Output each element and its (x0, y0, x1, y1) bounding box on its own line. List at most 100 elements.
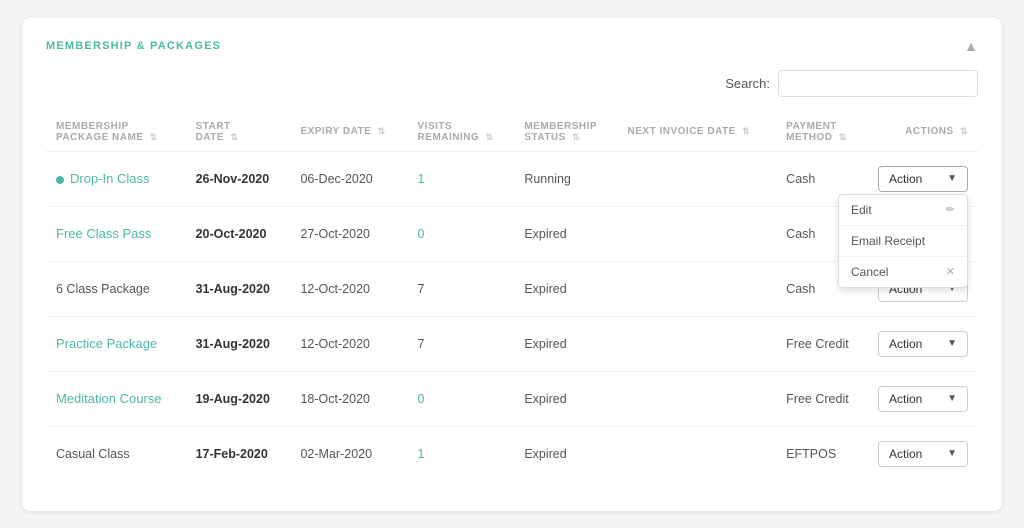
start-date-text: 17-Feb-2020 (196, 447, 268, 461)
cell-package-name: Meditation Course (46, 371, 186, 426)
action-dropdown-wrapper: Action ▼ (878, 386, 968, 412)
package-name-text: Meditation Course (56, 391, 162, 406)
col-package-name[interactable]: MEMBERSHIPPACKAGE NAME ⇅ (46, 113, 186, 152)
cell-next-invoice-date (618, 426, 777, 481)
action-button[interactable]: Action ▼ (878, 331, 968, 357)
cell-next-invoice-date (618, 261, 777, 316)
action-dropdown-wrapper: Action ▼ (878, 331, 968, 357)
memberships-table: MEMBERSHIPPACKAGE NAME ⇅ STARTDATE ⇅ EXP… (46, 113, 978, 481)
cell-expiry-date: 12-Oct-2020 (290, 316, 407, 371)
menu-item-icon: ✏ (946, 203, 955, 216)
cell-membership-status: Expired (514, 316, 617, 371)
dropdown-arrow-icon: ▼ (947, 448, 957, 459)
cell-visits-remaining: 0 (408, 206, 515, 261)
cell-expiry-date: 18-Oct-2020 (290, 371, 407, 426)
table-row: Drop-In Class 26-Nov-2020 06-Dec-2020 1 Runn… (46, 151, 978, 206)
action-button-label: Action (889, 337, 922, 351)
visits-link[interactable]: 1 (418, 447, 425, 461)
cell-expiry-date: 27-Oct-2020 (290, 206, 407, 261)
package-name-text: Drop-In Class (70, 171, 149, 186)
action-dropdown-menu: Edit✏ Email Receipt Cancel ✕ (838, 194, 968, 288)
table-row: Practice Package 31-Aug-202012-Oct-20207E… (46, 316, 978, 371)
cell-start-date: 17-Feb-2020 (186, 426, 291, 481)
package-name-text: 6 Class Package (56, 282, 150, 296)
action-button[interactable]: Action ▼ (878, 441, 968, 467)
col-visits-remaining[interactable]: VISITSREMAINING ⇅ (408, 113, 515, 152)
cell-membership-status: Expired (514, 426, 617, 481)
cell-start-date: 19-Aug-2020 (186, 371, 291, 426)
cell-package-name: Free Class Pass (46, 206, 186, 261)
action-dropdown-wrapper: Action▼Edit✏Email ReceiptCancel✕ (878, 166, 968, 192)
col-next-invoice-date[interactable]: NEXT INVOICE DATE ⇅ (618, 113, 777, 152)
cell-visits-remaining: 7 (408, 316, 515, 371)
cell-package-name: Casual Class (46, 426, 186, 481)
cell-payment-method: Free Credit (776, 371, 868, 426)
cell-expiry-date: 12-Oct-2020 (290, 261, 407, 316)
search-bar: Search: (46, 70, 978, 97)
collapse-icon[interactable]: ▲ (964, 38, 978, 54)
cell-next-invoice-date (618, 316, 777, 371)
col-payment-method[interactable]: PAYMENTMETHOD ⇅ (776, 113, 868, 152)
package-name-text: Practice Package (56, 336, 157, 351)
cell-start-date: 26-Nov-2020 (186, 151, 291, 206)
visits-link[interactable]: 1 (418, 172, 425, 186)
package-name-text: Free Class Pass (56, 226, 151, 241)
action-button-label: Action (889, 392, 922, 406)
start-date-text: 20-Oct-2020 (196, 227, 267, 241)
action-button[interactable]: Action ▼ (878, 386, 968, 412)
cell-actions: Action ▼ (868, 316, 978, 371)
start-date-text: 31-Aug-2020 (196, 282, 270, 296)
search-input[interactable] (778, 70, 978, 97)
cell-actions: Action ▼ (868, 426, 978, 481)
cell-visits-remaining: 7 (408, 261, 515, 316)
table-row: Casual Class 17-Feb-2020 02-Mar-2020 1 Expir… (46, 426, 978, 481)
cell-payment-method: Free Credit (776, 316, 868, 371)
cell-actions: Action ▼ (868, 371, 978, 426)
cell-package-name: Drop-In Class (46, 151, 186, 206)
col-start-date[interactable]: STARTDATE ⇅ (186, 113, 291, 152)
table-row: Meditation Course 19-Aug-2020 18-Oct-2020 0… (46, 371, 978, 426)
visits-link[interactable]: 0 (418, 227, 425, 241)
visits-link[interactable]: 0 (418, 392, 425, 406)
cell-membership-status: Expired (514, 206, 617, 261)
cell-visits-remaining: 1 (408, 426, 515, 481)
cell-visits-remaining: 0 (408, 371, 515, 426)
cell-start-date: 31-Aug-2020 (186, 316, 291, 371)
start-date-text: 26-Nov-2020 (196, 172, 270, 186)
start-date-text: 19-Aug-2020 (196, 392, 270, 406)
cell-payment-method: EFTPOS (776, 426, 868, 481)
card-title: MEMBERSHIP & PACKAGES (46, 40, 221, 52)
action-button[interactable]: Action▼ (878, 166, 968, 192)
cell-package-name: Practice Package (46, 316, 186, 371)
action-button-label: Action (889, 447, 922, 461)
cell-actions: Action▼Edit✏Email ReceiptCancel✕ (868, 151, 978, 206)
cell-expiry-date: 02-Mar-2020 (290, 426, 407, 481)
cell-start-date: 20-Oct-2020 (186, 206, 291, 261)
status-dot (56, 176, 64, 184)
dropdown-menu-item[interactable]: Email Receipt (839, 226, 967, 257)
cell-membership-status: Running (514, 151, 617, 206)
cell-next-invoice-date (618, 151, 777, 206)
membership-packages-card: MEMBERSHIP & PACKAGES ▲ Search: MEMBERSH… (22, 18, 1002, 511)
dropdown-menu-item[interactable]: Cancel ✕ (839, 257, 967, 287)
col-expiry-date[interactable]: EXPIRY DATE ⇅ (290, 113, 407, 152)
cell-start-date: 31-Aug-2020 (186, 261, 291, 316)
action-dropdown-wrapper: Action ▼ (878, 441, 968, 467)
menu-item-icon: ✕ (946, 265, 955, 278)
cell-next-invoice-date (618, 371, 777, 426)
dropdown-menu-item[interactable]: Edit✏ (839, 195, 967, 226)
menu-item-label: Cancel (851, 265, 888, 279)
action-button-label: Action (889, 172, 922, 186)
cell-package-name: 6 Class Package (46, 261, 186, 316)
cell-membership-status: Expired (514, 261, 617, 316)
dropdown-arrow-icon: ▼ (947, 393, 957, 404)
cell-expiry-date: 06-Dec-2020 (290, 151, 407, 206)
cell-visits-remaining: 1 (408, 151, 515, 206)
dropdown-arrow-icon: ▼ (947, 338, 957, 349)
cell-next-invoice-date (618, 206, 777, 261)
col-membership-status[interactable]: MEMBERSHIPSTATUS ⇅ (514, 113, 617, 152)
table-header-row: MEMBERSHIPPACKAGE NAME ⇅ STARTDATE ⇅ EXP… (46, 113, 978, 152)
menu-item-label: Email Receipt (851, 234, 925, 248)
col-actions[interactable]: ACTIONS ⇅ (868, 113, 978, 152)
search-label: Search: (725, 76, 770, 91)
